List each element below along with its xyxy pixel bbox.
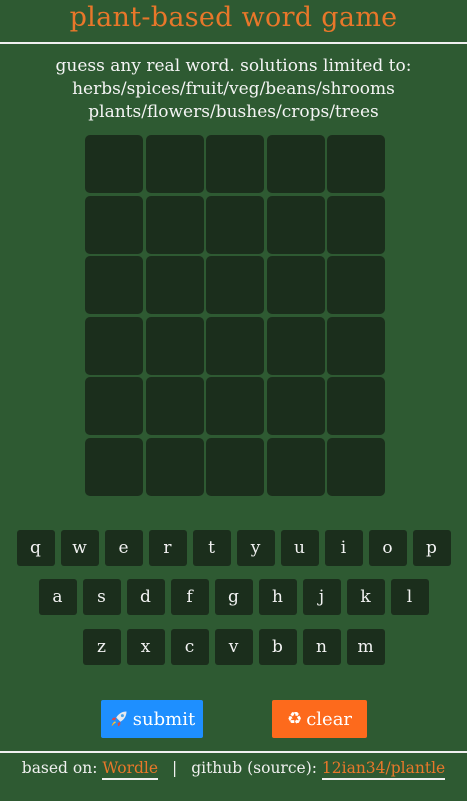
board-cell	[206, 256, 264, 314]
key-a[interactable]: a	[38, 579, 77, 615]
board-cell	[206, 316, 264, 375]
key-n[interactable]: n	[302, 629, 341, 665]
page-title: plant-based word game	[69, 2, 398, 33]
key-h[interactable]: h	[258, 579, 297, 615]
guess-board	[85, 135, 385, 496]
board-cell	[327, 256, 385, 314]
key-x[interactable]: x	[126, 629, 165, 665]
key-r[interactable]: r	[148, 530, 187, 566]
instructions-line-3: plants/flowers/bushes/crops/trees	[88, 102, 379, 122]
key-q[interactable]: q	[16, 530, 55, 566]
board-cell	[266, 316, 325, 375]
keyboard-row-2: asdfghjkl	[0, 579, 467, 615]
github-prefix: github (source):	[191, 759, 317, 777]
board-cell	[85, 135, 143, 193]
key-i[interactable]: i	[324, 530, 363, 566]
key-c[interactable]: c	[170, 629, 209, 665]
board-cell	[206, 195, 264, 254]
instructions: guess any real word. solutions limited t…	[0, 55, 467, 124]
wordle-link[interactable]: Wordle	[102, 759, 159, 780]
key-m[interactable]: m	[346, 629, 385, 665]
key-z[interactable]: z	[82, 629, 121, 665]
board-cell	[327, 195, 385, 254]
rocket-icon	[109, 709, 129, 729]
submit-button[interactable]: submit	[101, 700, 203, 738]
clear-label: clear	[306, 708, 353, 730]
board-cell	[266, 256, 325, 314]
board-cell	[327, 377, 385, 435]
key-w[interactable]: w	[60, 530, 99, 566]
based-on-prefix: based on:	[21, 759, 98, 777]
clear-button[interactable]: ♻ clear	[272, 700, 367, 738]
board-cell	[206, 377, 264, 435]
board-cell	[266, 377, 325, 435]
board-cell	[85, 195, 143, 254]
board-cell	[266, 135, 325, 193]
board-cell	[85, 256, 143, 314]
key-k[interactable]: k	[346, 579, 385, 615]
key-v[interactable]: v	[214, 629, 253, 665]
board-cell	[145, 195, 204, 254]
footer: based on: Wordle | github (source): 12ia…	[0, 759, 467, 780]
board-cell	[145, 135, 204, 193]
key-b[interactable]: b	[258, 629, 297, 665]
github-link[interactable]: 12ian34/plantle	[321, 759, 446, 780]
board-cell	[327, 316, 385, 375]
key-e[interactable]: e	[104, 530, 143, 566]
board-cell	[85, 316, 143, 375]
footer-divider	[0, 751, 467, 753]
key-l[interactable]: l	[390, 579, 429, 615]
footer-separator: |	[172, 759, 178, 777]
board-cell	[206, 135, 264, 193]
key-p[interactable]: p	[412, 530, 451, 566]
board-cell	[145, 437, 204, 496]
key-j[interactable]: j	[302, 579, 341, 615]
key-o[interactable]: o	[368, 530, 407, 566]
board-cell	[85, 377, 143, 435]
key-g[interactable]: g	[214, 579, 253, 615]
key-d[interactable]: d	[126, 579, 165, 615]
key-s[interactable]: s	[82, 579, 121, 615]
board-cell	[327, 437, 385, 496]
header-divider	[0, 42, 467, 44]
submit-label: submit	[132, 708, 196, 730]
board-cell	[266, 195, 325, 254]
keyboard-row-1: qwertyuiop	[0, 530, 467, 566]
key-u[interactable]: u	[280, 530, 319, 566]
board-cell	[145, 256, 204, 314]
keyboard-row-3: zxcvbnm	[0, 629, 467, 665]
board-cell	[145, 316, 204, 375]
key-t[interactable]: t	[192, 530, 231, 566]
board-cell	[327, 135, 385, 193]
recycle-icon: ♻	[286, 709, 303, 729]
board-cell	[85, 437, 143, 496]
board-cell	[266, 437, 325, 496]
instructions-line-1: guess any real word. solutions limited t…	[55, 56, 412, 76]
key-f[interactable]: f	[170, 579, 209, 615]
key-y[interactable]: y	[236, 530, 275, 566]
board-cell	[145, 377, 204, 435]
instructions-line-2: herbs/spices/fruit/veg/beans/shrooms	[72, 79, 395, 99]
board-cell	[206, 437, 264, 496]
